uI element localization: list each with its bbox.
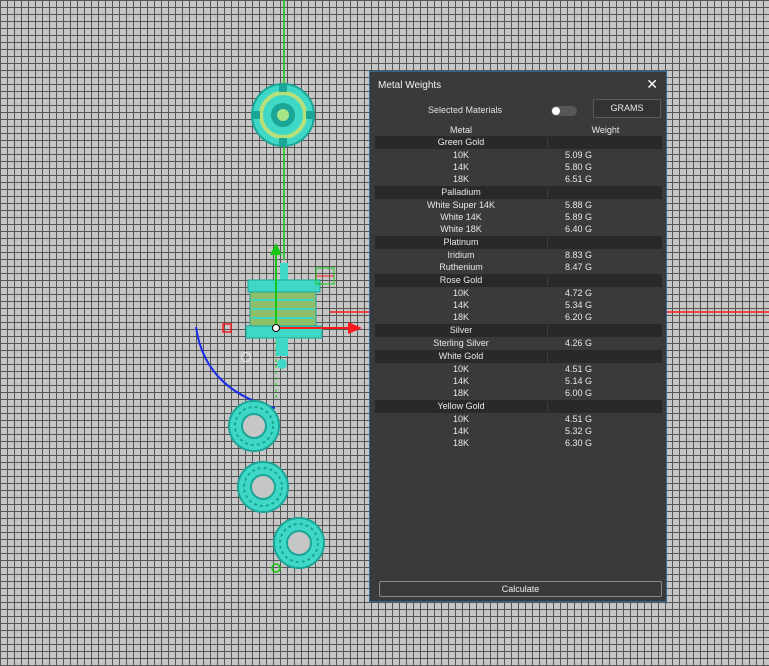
table-row: 14K 5.80 G [375, 161, 662, 173]
y-gizmo-arrow[interactable] [270, 243, 282, 255]
weight-cell: 6.00 G [565, 388, 593, 398]
group-header: Platinum [375, 236, 662, 249]
weight-cell: 6.30 G [565, 438, 593, 448]
ring-bead-2[interactable] [237, 461, 289, 513]
weight-cell: 5.14 G [565, 376, 593, 386]
metal-cell: 10K [452, 414, 469, 424]
close-icon[interactable]: ✕ [646, 77, 658, 91]
metal-cell: 18K [452, 438, 469, 448]
column-metal-header: Metal [449, 125, 472, 135]
table-row: 10K 5.09 G [375, 149, 662, 161]
metal-cell: 14K [452, 162, 469, 172]
pivot-point[interactable] [272, 324, 280, 332]
group-name: Yellow Gold [437, 401, 485, 411]
weight-cell: 5.32 G [565, 426, 593, 436]
metal-cell: 10K [452, 364, 469, 374]
weight-cell: 5.88 G [565, 200, 593, 210]
group-divider [547, 276, 548, 286]
metal-weights-table: Green Gold 10K 5.09 G 14K 5.80 G 18K 6.51 G Pal… [375, 135, 662, 449]
group-name: Rose Gold [439, 275, 483, 285]
group-divider [547, 238, 548, 248]
table-row: White Super 14K 5.88 G [375, 199, 662, 211]
table-row: 14K 5.14 G [375, 375, 662, 387]
rotate-handle[interactable] [241, 352, 251, 362]
group-name: White Gold [438, 351, 484, 361]
weight-cell: 5.34 G [565, 300, 593, 310]
group-header: Green Gold [375, 136, 662, 149]
group-divider [547, 326, 548, 336]
weight-cell: 4.51 G [565, 364, 593, 374]
x-gizmo-arrow[interactable] [348, 322, 362, 334]
ring-bead-3[interactable] [273, 517, 325, 569]
ring-bead-1[interactable] [228, 400, 280, 452]
weight-cell: 4.72 G [565, 288, 593, 298]
weight-cell: 8.47 G [565, 262, 593, 272]
barrel-bead[interactable] [245, 263, 323, 369]
table-row: 18K 6.51 G [375, 173, 662, 185]
group-header: Palladium [375, 186, 662, 199]
units-button[interactable]: GRAMS [593, 99, 661, 118]
metal-cell: 14K [452, 426, 469, 436]
table-row: 18K 6.20 G [375, 311, 662, 323]
group-divider [547, 402, 548, 412]
group-header: Yellow Gold [375, 400, 662, 413]
rotation-arc[interactable] [195, 326, 276, 409]
panel-title: Metal Weights [378, 80, 442, 91]
table-row: White 18K 6.40 G [375, 223, 662, 235]
metal-cell: 14K [452, 300, 469, 310]
weight-cell: 6.51 G [565, 174, 593, 184]
weight-cell: 5.09 G [565, 150, 593, 160]
toggle-knob [552, 107, 560, 115]
selected-materials-label: Selected Materials [428, 105, 503, 115]
anchor-point[interactable] [271, 563, 281, 573]
metal-cell: Ruthenium [439, 262, 483, 272]
weight-cell: 4.51 G [565, 414, 593, 424]
metal-cell: 18K [452, 312, 469, 322]
weight-cell: 6.40 G [565, 224, 593, 234]
column-weight-header: Weight [591, 125, 620, 135]
group-divider [547, 352, 548, 362]
metal-weights-panel: Metal Weights ✕ Selected Materials GRAMS… [369, 71, 667, 602]
table-row: 10K 4.51 G [375, 413, 662, 425]
metal-cell: 18K [452, 388, 469, 398]
metal-cell: 18K [452, 174, 469, 184]
metal-cell: 14K [452, 376, 469, 386]
selected-materials-toggle[interactable] [551, 106, 577, 116]
metal-cell: White 18K [440, 224, 482, 234]
table-row: Sterling Silver 4.26 G [375, 337, 662, 349]
table-row: 10K 4.51 G [375, 363, 662, 375]
group-header: Rose Gold [375, 274, 662, 287]
metal-cell: 10K [452, 150, 469, 160]
metal-cell: White 14K [440, 212, 482, 222]
table-row: Iridium 8.83 G [375, 249, 662, 261]
table-row: 18K 6.00 G [375, 387, 662, 399]
table-row: 14K 5.34 G [375, 299, 662, 311]
group-header: White Gold [375, 350, 662, 363]
weight-cell: 8.83 G [565, 250, 593, 260]
metal-cell: Iridium [447, 250, 475, 260]
table-row: White 14K 5.89 G [375, 211, 662, 223]
calculate-button[interactable]: Calculate [379, 581, 662, 597]
group-name: Silver [449, 325, 473, 335]
x-scale-handle[interactable] [222, 323, 232, 333]
group-name: Platinum [443, 237, 479, 247]
group-name: Palladium [441, 187, 481, 197]
table-row: 14K 5.32 G [375, 425, 662, 437]
group-divider [547, 188, 548, 198]
weight-cell: 4.26 G [565, 338, 593, 348]
table-row: Ruthenium 8.47 G [375, 261, 662, 273]
medallion-pendant[interactable] [251, 83, 315, 147]
weight-cell: 5.89 G [565, 212, 593, 222]
weight-cell: 5.80 G [565, 162, 593, 172]
weight-cell: 6.20 G [565, 312, 593, 322]
metal-cell: White Super 14K [426, 200, 496, 210]
group-divider [547, 138, 548, 148]
group-name: Green Gold [437, 137, 485, 147]
metal-cell: Sterling Silver [433, 338, 489, 348]
table-row: 18K 6.30 G [375, 437, 662, 449]
table-row: 10K 4.72 G [375, 287, 662, 299]
panel-titlebar[interactable]: Metal Weights ✕ [370, 72, 666, 98]
metal-cell: 10K [452, 288, 469, 298]
group-header: Silver [375, 324, 662, 337]
